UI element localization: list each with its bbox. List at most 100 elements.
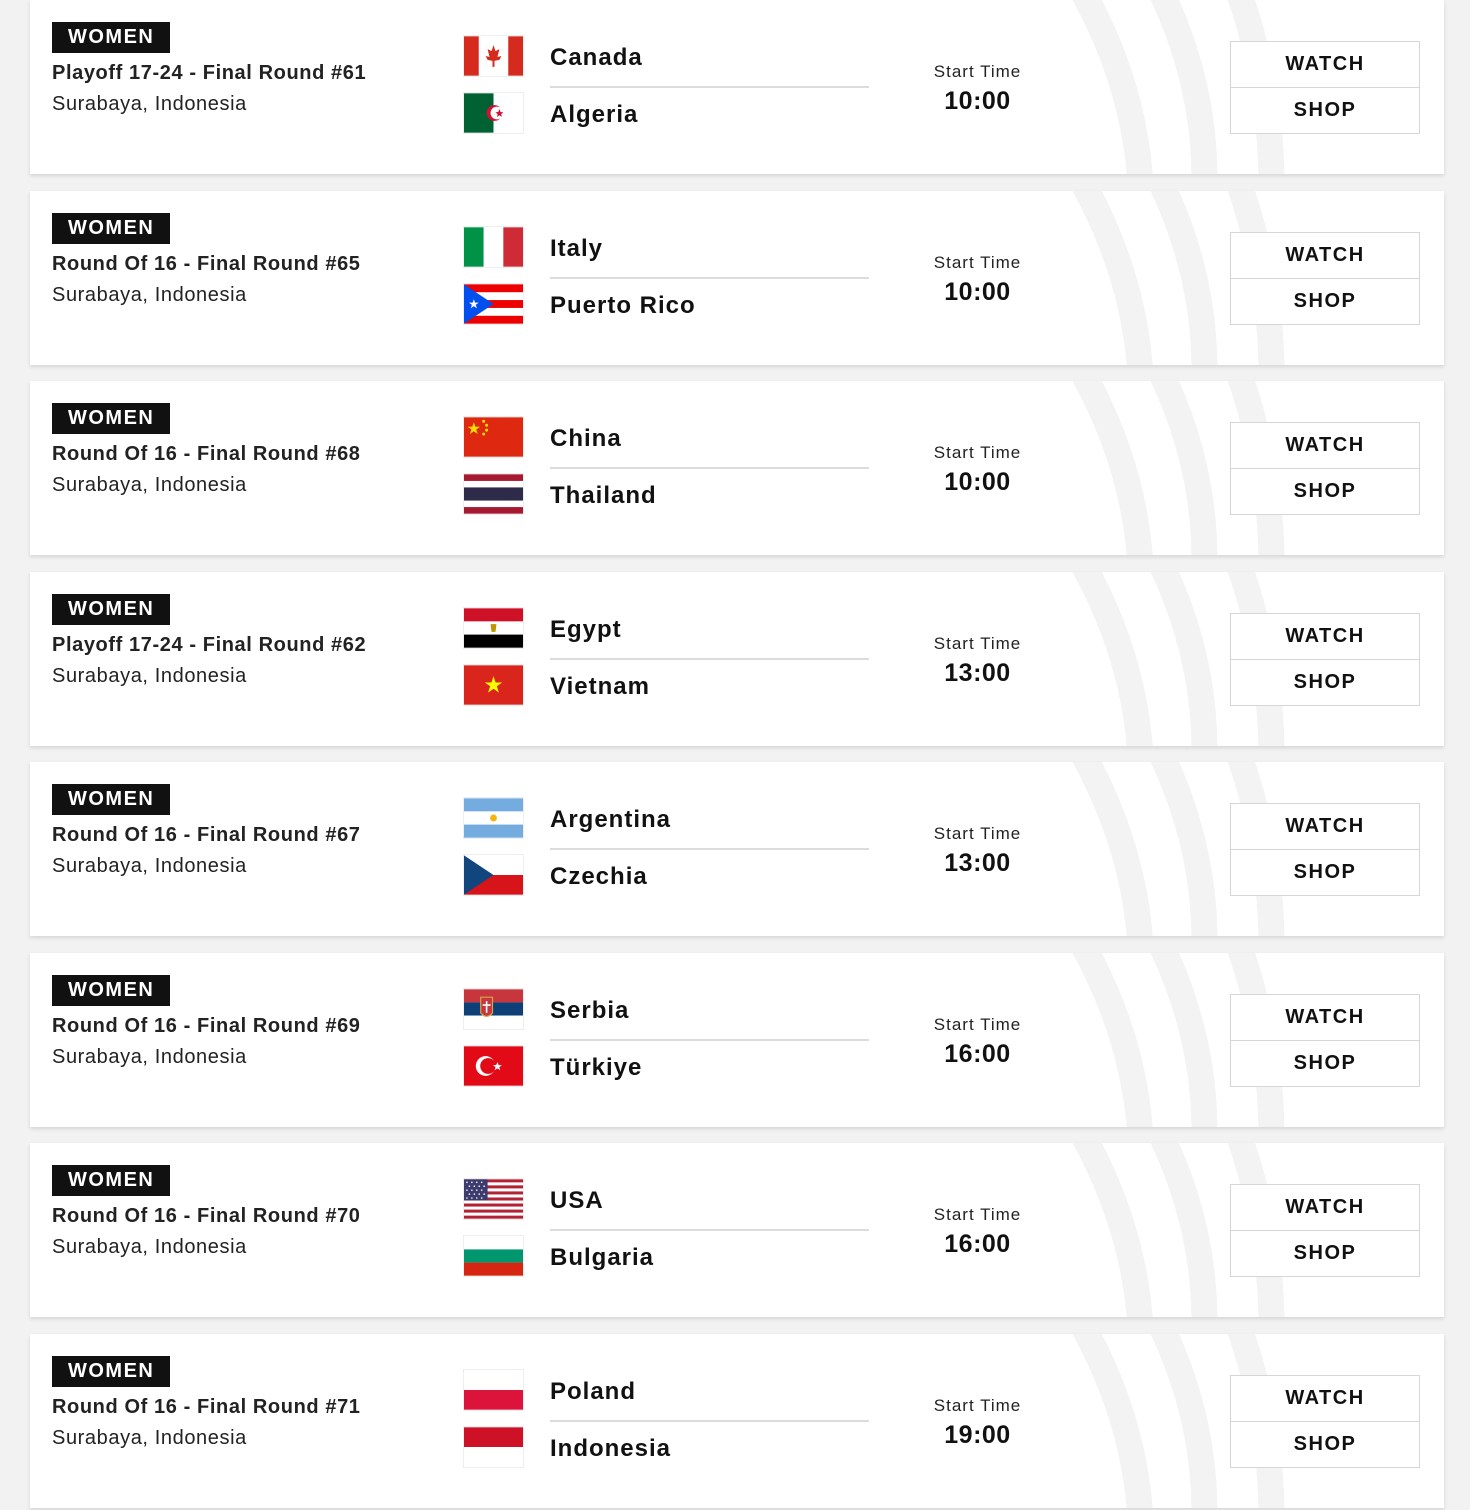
category-badge: WOMEN xyxy=(52,212,171,244)
match-actions: WATCH SHOP xyxy=(1230,993,1420,1087)
away-team[interactable]: Bulgaria xyxy=(464,1236,869,1278)
start-time-value: 16:00 xyxy=(944,1039,1011,1068)
bulgaria-flag-icon xyxy=(464,1236,523,1276)
start-time-label: Start Time xyxy=(933,443,1022,462)
location-text: Surabaya, Indonesia xyxy=(52,93,247,115)
start-time: Start Time 10:00 xyxy=(910,253,1045,307)
usa-flag-icon xyxy=(464,1179,523,1219)
start-time-label: Start Time xyxy=(933,1395,1022,1415)
match-card: WOMEN Round Of 16 - Final Round #69 Sura… xyxy=(30,952,1444,1127)
match-actions: WATCH SHOP xyxy=(1230,803,1420,896)
round-title: Round Of 16 - Final Round #68 xyxy=(52,443,361,465)
away-team[interactable]: Thailand xyxy=(464,474,869,516)
match-card: WOMEN Round Of 16 - Final Round #68 Sura… xyxy=(30,381,1444,555)
home-team[interactable]: Serbia xyxy=(464,988,869,1031)
category-badge: WOMEN xyxy=(52,1165,171,1196)
start-time-value: 13:00 xyxy=(944,849,1011,877)
poland-flag-icon xyxy=(464,1369,523,1410)
watch-button[interactable]: WATCH xyxy=(1230,1374,1420,1422)
home-team-name: Serbia xyxy=(550,996,630,1024)
match-card: WOMEN Playoff 17-24 - Final Round #61 Su… xyxy=(30,0,1444,174)
match-actions: WATCH SHOP xyxy=(1230,1374,1420,1468)
home-team[interactable]: Italy xyxy=(464,226,869,269)
shop-button[interactable]: SHOP xyxy=(1230,88,1420,134)
round-title: Playoff 17-24 - Final Round #61 xyxy=(52,62,367,84)
category-badge: WOMEN xyxy=(52,974,171,1006)
team-divider xyxy=(550,1229,869,1231)
start-time-label: Start Time xyxy=(933,252,1022,272)
start-time: Start Time 16:00 xyxy=(910,1205,1045,1259)
match-card: WOMEN Round Of 16 - Final Round #70 Sura… xyxy=(30,1143,1444,1317)
start-time: Start Time 10:00 xyxy=(910,443,1045,497)
shop-button[interactable]: SHOP xyxy=(1230,1421,1420,1468)
start-time: Start Time 13:00 xyxy=(910,634,1045,688)
away-team[interactable]: Algeria xyxy=(464,93,869,135)
italy-flag-icon xyxy=(464,226,523,267)
home-team[interactable]: China xyxy=(464,417,869,459)
shop-button[interactable]: SHOP xyxy=(1230,469,1420,515)
watch-button[interactable]: WATCH xyxy=(1230,612,1420,660)
home-team[interactable]: Egypt xyxy=(464,607,869,650)
start-time: Start Time 16:00 xyxy=(910,1015,1045,1069)
thailand-flag-icon xyxy=(464,474,523,514)
home-team[interactable]: Poland xyxy=(464,1369,869,1412)
shop-button[interactable]: SHOP xyxy=(1230,659,1420,706)
match-info: WOMEN Playoff 17-24 - Final Round #62 Su… xyxy=(52,593,366,688)
start-time-label: Start Time xyxy=(933,1205,1022,1224)
match-card: WOMEN Playoff 17-24 - Final Round #62 Su… xyxy=(30,571,1444,746)
location-text: Surabaya, Indonesia xyxy=(52,1045,247,1068)
watch-button[interactable]: WATCH xyxy=(1230,1184,1420,1231)
watch-button[interactable]: WATCH xyxy=(1230,231,1420,279)
match-info: WOMEN Round Of 16 - Final Round #65 Sura… xyxy=(52,212,361,307)
away-team-name: Bulgaria xyxy=(550,1244,655,1271)
category-badge: WOMEN xyxy=(52,593,171,625)
category-badge: WOMEN xyxy=(52,22,171,53)
match-info: WOMEN Playoff 17-24 - Final Round #61 Su… xyxy=(52,22,366,116)
shop-button[interactable]: SHOP xyxy=(1230,1231,1420,1277)
home-team[interactable]: USA xyxy=(464,1179,869,1221)
round-title: Round Of 16 - Final Round #69 xyxy=(52,1014,361,1037)
turkiye-flag-icon xyxy=(464,1045,523,1086)
puerto-rico-flag-icon xyxy=(464,283,523,324)
home-team[interactable]: Argentina xyxy=(464,798,869,840)
match-info: WOMEN Round Of 16 - Final Round #67 Sura… xyxy=(52,784,361,878)
round-title: Round Of 16 - Final Round #70 xyxy=(52,1205,361,1227)
start-time-label: Start Time xyxy=(933,633,1022,653)
home-team-name: USA xyxy=(550,1187,604,1214)
match-card: WOMEN Round Of 16 - Final Round #65 Sura… xyxy=(30,190,1444,365)
location-text: Surabaya, Indonesia xyxy=(52,1426,247,1449)
start-time-value: 16:00 xyxy=(944,1230,1011,1258)
shop-button[interactable]: SHOP xyxy=(1230,278,1420,325)
away-team[interactable]: Türkiye xyxy=(464,1045,869,1088)
location-text: Surabaya, Indonesia xyxy=(52,664,247,687)
match-info: WOMEN Round Of 16 - Final Round #68 Sura… xyxy=(52,403,361,497)
round-title: Round Of 16 - Final Round #71 xyxy=(52,1395,361,1418)
watch-button[interactable]: WATCH xyxy=(1230,422,1420,469)
start-time-value: 19:00 xyxy=(944,1420,1011,1449)
shop-button[interactable]: SHOP xyxy=(1230,1040,1420,1087)
team-divider xyxy=(550,1038,869,1041)
round-title: Round Of 16 - Final Round #65 xyxy=(52,252,361,275)
team-divider xyxy=(550,467,869,469)
away-team-name: Vietnam xyxy=(550,672,650,700)
away-team-name: Czechia xyxy=(550,863,648,890)
start-time: Start Time 19:00 xyxy=(910,1396,1045,1450)
round-title: Round Of 16 - Final Round #67 xyxy=(52,824,361,846)
away-team-name: Algeria xyxy=(550,101,639,128)
watch-button[interactable]: WATCH xyxy=(1230,803,1420,850)
match-card: WOMEN Round Of 16 - Final Round #71 Sura… xyxy=(30,1333,1444,1508)
away-team[interactable]: Vietnam xyxy=(464,664,869,707)
watch-button[interactable]: WATCH xyxy=(1230,993,1420,1041)
watch-button[interactable]: WATCH xyxy=(1230,41,1420,88)
away-team[interactable]: Czechia xyxy=(464,855,869,897)
start-time-value: 10:00 xyxy=(944,468,1011,496)
canada-flag-icon xyxy=(464,36,523,76)
home-team[interactable]: Canada xyxy=(464,36,869,78)
away-team[interactable]: Indonesia xyxy=(464,1426,869,1469)
away-team-name: Thailand xyxy=(550,482,657,509)
shop-button[interactable]: SHOP xyxy=(1230,850,1420,896)
team-divider xyxy=(550,848,869,850)
away-team[interactable]: Puerto Rico xyxy=(464,283,869,326)
czechia-flag-icon xyxy=(464,855,523,895)
team-divider xyxy=(550,86,869,88)
